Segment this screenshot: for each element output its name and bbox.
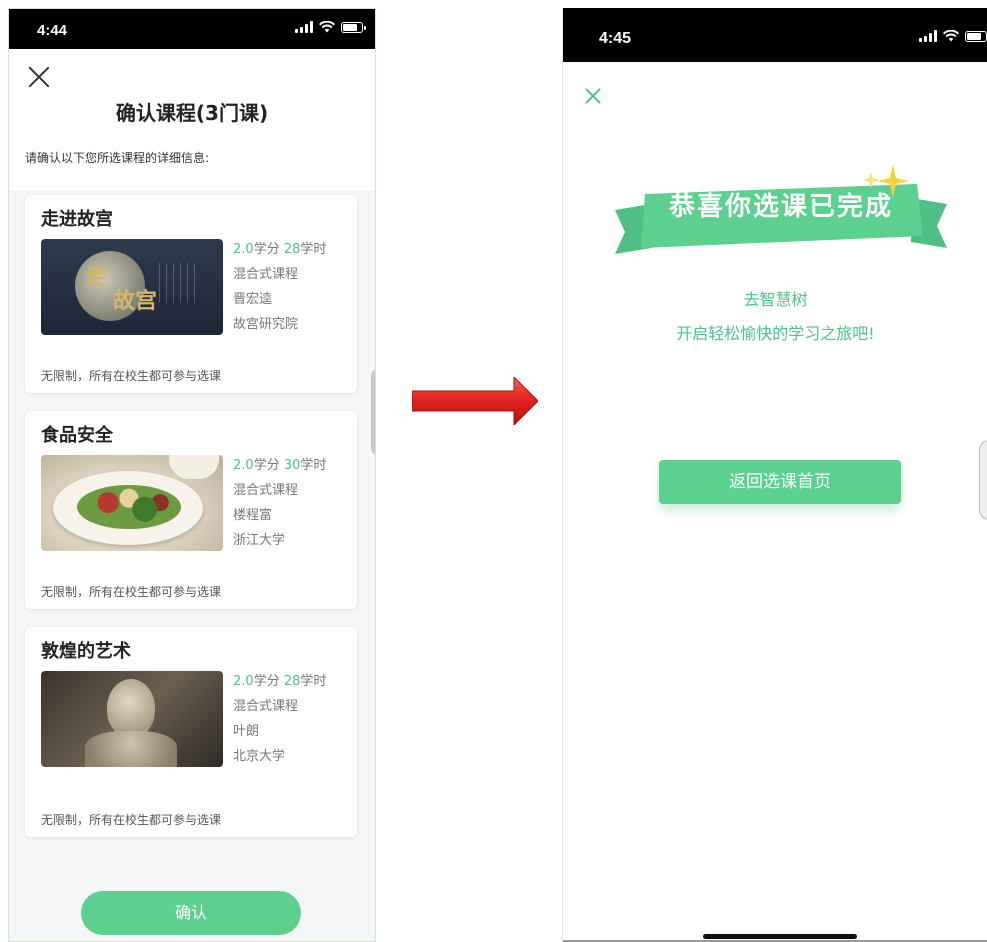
course-thumbnail (41, 455, 223, 551)
status-icons (919, 30, 987, 42)
course-list: 走进故宫 走 故宫 2.0学分 28学时 混合式课程 晋宏逵 故宫研究院 无限制… (9, 191, 375, 941)
course-teacher: 楼程富 (233, 508, 273, 523)
battery-icon (965, 30, 987, 42)
course-restriction: 无限制，所有在校生都可参与选课 (41, 813, 222, 827)
course-thumbnail (41, 671, 223, 767)
success-message-line2: 开启轻松愉快的学习之旅吧! (676, 324, 875, 343)
status-time: 4:44 (37, 22, 68, 39)
course-card[interactable]: 敦煌的艺术 2.0学分 28学时 混合式课程 叶朗 北京大学 无限制，所有在校生… (25, 627, 357, 837)
status-bar: 4:44 (9, 9, 375, 49)
status-bar: 4:45 (563, 8, 987, 62)
wifi-icon (319, 21, 335, 33)
course-teacher: 晋宏逵 (233, 292, 273, 307)
status-icons (295, 21, 366, 33)
left-phone-screen: 4:44 确认课程(3门课) 请确认以下您所选课程的详细信息: 走进故宫 走 故… (8, 8, 376, 942)
course-meta: 2.0学分 28学时 混合式课程 晋宏逵 故宫研究院 (233, 237, 326, 337)
right-phone-screen: 4:45 恭喜你选课已完成 去智慧树 开启轻松愉快的学习之旅吧! 返回选课首页 (562, 8, 987, 942)
success-message-line1: 去智慧树 (743, 290, 808, 309)
course-type: 混合式课程 (233, 483, 299, 498)
page-subtitle: 请确认以下您所选课程的详细信息: (25, 151, 210, 165)
signal-icon (919, 30, 937, 42)
course-type: 混合式课程 (233, 267, 299, 282)
course-school: 北京大学 (233, 749, 286, 764)
course-name: 走进故宫 (41, 209, 113, 230)
course-thumbnail: 走 故宫 (41, 239, 223, 335)
signal-icon (295, 21, 313, 33)
course-type: 混合式课程 (233, 699, 299, 714)
confirm-course-page: 确认课程(3门课) 请确认以下您所选课程的详细信息: 走进故宫 走 故宫 2.0… (9, 49, 375, 941)
back-to-course-home-button[interactable]: 返回选课首页 (659, 460, 901, 504)
course-name: 敦煌的艺术 (41, 641, 131, 662)
course-restriction: 无限制，所有在校生都可参与选课 (41, 585, 222, 599)
close-icon[interactable] (585, 88, 601, 104)
page-title: 确认课程(3门课) (115, 101, 269, 125)
drag-handle[interactable] (979, 440, 987, 520)
arrow-right-icon (412, 377, 538, 425)
course-meta: 2.0学分 28学时 混合式课程 叶朗 北京大学 (233, 669, 326, 769)
home-indicator[interactable] (703, 934, 857, 939)
course-school: 浙江大学 (233, 533, 286, 548)
battery-icon (341, 21, 366, 33)
course-restriction: 无限制，所有在校生都可参与选课 (41, 369, 222, 383)
status-time: 4:45 (599, 30, 632, 47)
drag-handle[interactable] (371, 367, 375, 457)
course-card[interactable]: 走进故宫 走 故宫 2.0学分 28学时 混合式课程 晋宏逵 故宫研究院 无限制… (25, 195, 357, 393)
close-icon[interactable] (27, 65, 51, 89)
course-card[interactable]: 食品安全 2.0学分 30学时 混合式课程 楼程富 浙江大学 无限制，所有在校生… (25, 411, 357, 609)
course-teacher: 叶朗 (233, 724, 260, 739)
success-banner: 恭喜你选课已完成 (668, 192, 893, 222)
course-meta: 2.0学分 30学时 混合式课程 楼程富 浙江大学 (233, 453, 326, 553)
course-name: 食品安全 (41, 425, 113, 446)
confirm-button[interactable]: 确认 (81, 891, 301, 935)
course-school: 故宫研究院 (233, 317, 299, 332)
wifi-icon (943, 30, 959, 42)
